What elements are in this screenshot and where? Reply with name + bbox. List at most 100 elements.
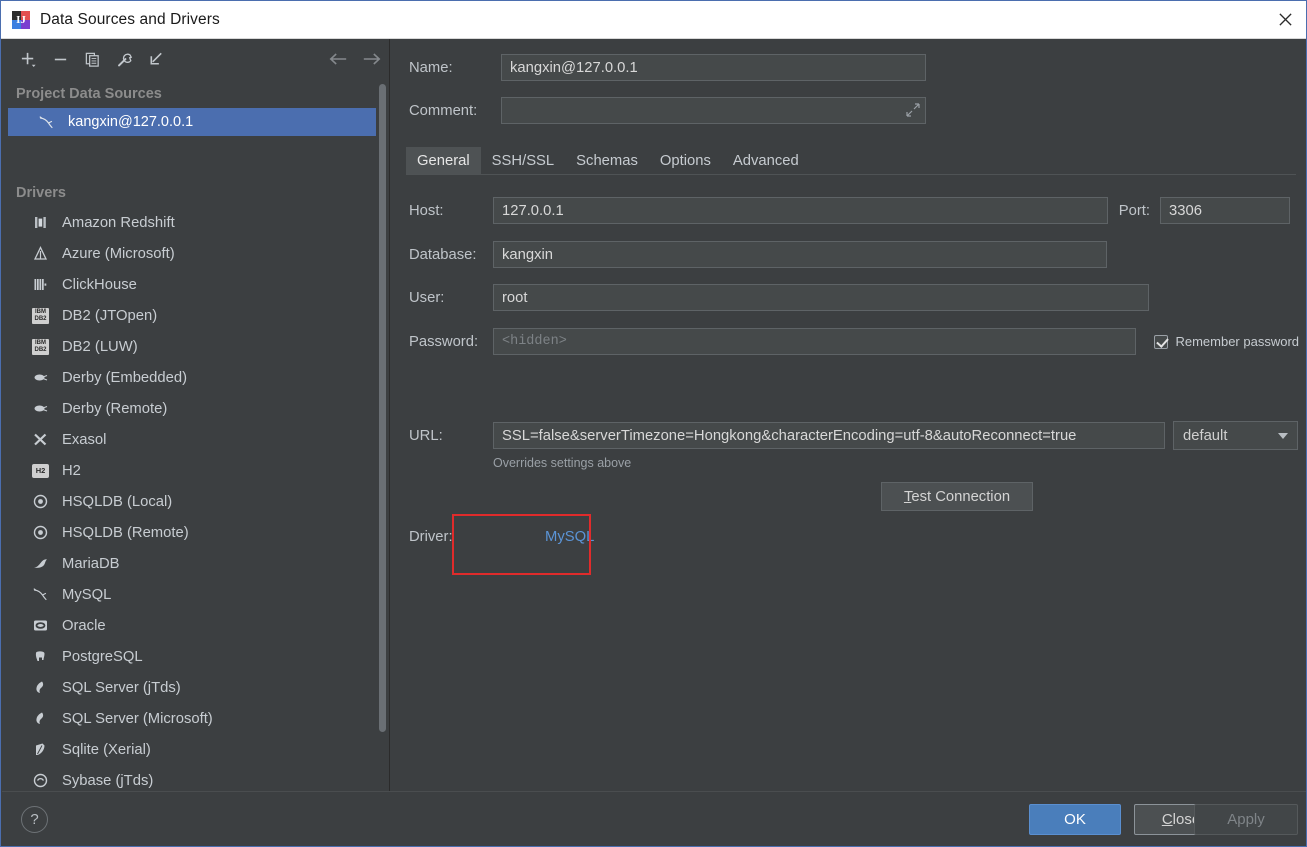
- port-label: Port:: [1118, 202, 1150, 219]
- group-header-drivers: Drivers: [16, 185, 66, 201]
- sidebar-item-driver-sqlserver-microsoft[interactable]: SQL Server (Microsoft): [2, 703, 390, 734]
- sidebar-scrollbar[interactable]: [378, 84, 387, 732]
- db2-icon: IBM DB2: [32, 338, 49, 355]
- host-input[interactable]: [493, 197, 1108, 224]
- sidebar-item-label: DB2 (LUW): [62, 338, 138, 355]
- url-scheme-select[interactable]: default: [1173, 421, 1298, 450]
- ok-button[interactable]: OK: [1029, 804, 1121, 835]
- user-input[interactable]: [493, 284, 1149, 311]
- sidebar-item-driver-h2[interactable]: H2 H2: [2, 455, 390, 486]
- driver-link-mysql[interactable]: MySQL: [545, 529, 594, 545]
- sidebar-item-driver-db2-jtopen[interactable]: IBM DB2 DB2 (JTOpen): [2, 300, 390, 331]
- sqlserver-icon: [32, 679, 49, 696]
- clickhouse-icon: [32, 276, 49, 293]
- azure-icon: [32, 245, 49, 262]
- password-label: Password:: [409, 333, 479, 350]
- sidebar-item-driver-postgresql[interactable]: PostgreSQL: [2, 641, 390, 672]
- sidebar-item-driver-derby-remote[interactable]: Derby (Remote): [2, 393, 390, 424]
- sidebar-item-label: Sqlite (Xerial): [62, 741, 151, 758]
- port-input[interactable]: [1160, 197, 1290, 224]
- url-scheme-value: default: [1183, 427, 1228, 444]
- sidebar-item-driver-derby-embedded[interactable]: Derby (Embedded): [2, 362, 390, 393]
- sidebar-item-label: Azure (Microsoft): [62, 245, 175, 262]
- sidebar-item-label: Amazon Redshift: [62, 214, 175, 231]
- duplicate-button[interactable]: [76, 44, 108, 74]
- window-close-icon[interactable]: [1262, 1, 1306, 38]
- sidebar-item-driver-sybase-jtds[interactable]: Sybase (jTds): [2, 765, 390, 791]
- sidebar-item-label: Derby (Embedded): [62, 369, 188, 386]
- tab-advanced[interactable]: Advanced: [722, 147, 810, 174]
- sidebar-item-label: Oracle: [62, 617, 106, 634]
- checkbox-box[interactable]: [1154, 334, 1169, 349]
- import-arrow-icon[interactable]: [140, 44, 172, 74]
- database-input[interactable]: [493, 241, 1107, 268]
- chevron-down-icon: [1278, 432, 1288, 439]
- sidebar-item-driver-oracle[interactable]: Oracle: [2, 610, 390, 641]
- driver-field-row: Driver: MySQL: [409, 529, 909, 545]
- url-label: URL:: [409, 427, 443, 444]
- database-label: Database:: [409, 246, 477, 263]
- sidebar-item-label: SQL Server (Microsoft): [62, 710, 213, 727]
- scrollbar-thumb[interactable]: [379, 84, 386, 732]
- sidebar-item-label: H2: [62, 462, 81, 479]
- data-sources-dialog: IJ Data Sources and Drivers Project Data…: [0, 0, 1307, 847]
- test-connection-button[interactable]: Test Connection: [881, 482, 1033, 511]
- sidebar-item-driver-mariadb[interactable]: MariaDB: [2, 548, 390, 579]
- add-button[interactable]: [12, 44, 44, 74]
- tab-general[interactable]: General: [406, 147, 481, 174]
- derby-icon: [32, 369, 49, 386]
- comment-input[interactable]: [501, 97, 926, 124]
- url-input[interactable]: [493, 422, 1165, 449]
- remember-password-checkbox[interactable]: Remember password: [1154, 334, 1299, 349]
- remove-button[interactable]: [44, 44, 76, 74]
- host-label: Host:: [409, 202, 444, 219]
- tab-ssh-ssl[interactable]: SSH/SSL: [481, 147, 566, 174]
- user-label: User:: [409, 289, 445, 306]
- sidebar-item-driver-sqlite-xerial[interactable]: Sqlite (Xerial): [2, 734, 390, 765]
- host-field-row: Host: Port:: [409, 197, 1293, 224]
- nav-forward-arrow-right-icon[interactable]: [355, 44, 389, 74]
- sidebar-item-driver-mysql[interactable]: MySQL: [2, 579, 390, 610]
- sidebar-item-driver-exasol[interactable]: Exasol: [2, 424, 390, 455]
- name-label: Name:: [409, 59, 453, 76]
- sidebar-item-label: ClickHouse: [62, 276, 137, 293]
- database-field-row: Database:: [409, 241, 1293, 268]
- group-header-project-data-sources: Project Data Sources: [16, 86, 162, 102]
- window-title: Data Sources and Drivers: [40, 10, 220, 28]
- remember-password-label: Remember password: [1175, 334, 1299, 349]
- mysql-dolphin-icon: [32, 586, 49, 603]
- sidebar-item-driver-sqlserver-jtds[interactable]: SQL Server (jTds): [2, 672, 390, 703]
- h2-icon: H2: [32, 462, 49, 479]
- mariadb-seal-icon: [32, 555, 49, 572]
- sidebar-item-datasource-kangxin[interactable]: kangxin@127.0.0.1: [8, 108, 376, 136]
- nav-back-arrow-left-icon[interactable]: [321, 44, 355, 74]
- close-mnemonic: C: [1161, 811, 1173, 828]
- sidebar-item-driver-clickhouse[interactable]: ClickHouse: [2, 269, 390, 300]
- wrench-icon[interactable]: [108, 44, 140, 74]
- apply-button: Apply: [1194, 804, 1298, 835]
- detail-tabs[interactable]: General SSH/SSL Schemas Options Advanced: [406, 147, 1296, 175]
- hsqldb-icon: [32, 493, 49, 510]
- user-field-row: User:: [409, 284, 1293, 311]
- question-mark-icon[interactable]: ?: [21, 806, 48, 833]
- url-hint: Overrides settings above: [493, 456, 632, 470]
- name-input[interactable]: [501, 54, 926, 81]
- password-input[interactable]: [493, 328, 1137, 355]
- sidebar-item-driver-hsqldb-local[interactable]: HSQLDB (Local): [2, 486, 390, 517]
- url-field-row: URL: default: [409, 421, 1299, 450]
- sidebar-item-label: Exasol: [62, 431, 107, 448]
- db2-icon: IBM DB2: [32, 307, 49, 324]
- sidebar-item-label: kangxin@127.0.0.1: [68, 114, 194, 130]
- sidebar-item-label: DB2 (JTOpen): [62, 307, 158, 324]
- sidebar-item-driver-db2-luw[interactable]: IBM DB2 DB2 (LUW): [2, 331, 390, 362]
- expand-diagonal-icon[interactable]: [906, 103, 920, 117]
- tab-options[interactable]: Options: [649, 147, 722, 174]
- mysql-dolphin-icon: [38, 114, 55, 131]
- oracle-icon: [32, 617, 49, 634]
- sidebar-item-driver-amazon-redshift[interactable]: Amazon Redshift: [2, 207, 390, 238]
- sidebar-item-driver-azure[interactable]: Azure (Microsoft): [2, 238, 390, 269]
- sidebar-item-driver-hsqldb-remote[interactable]: HSQLDB (Remote): [2, 517, 390, 548]
- sidebar-tree[interactable]: Project Data Sources kangxin@127.0.0.1 D…: [2, 79, 390, 791]
- tab-schemas[interactable]: Schemas: [565, 147, 649, 174]
- sidebar-panel: Project Data Sources kangxin@127.0.0.1 D…: [2, 39, 390, 791]
